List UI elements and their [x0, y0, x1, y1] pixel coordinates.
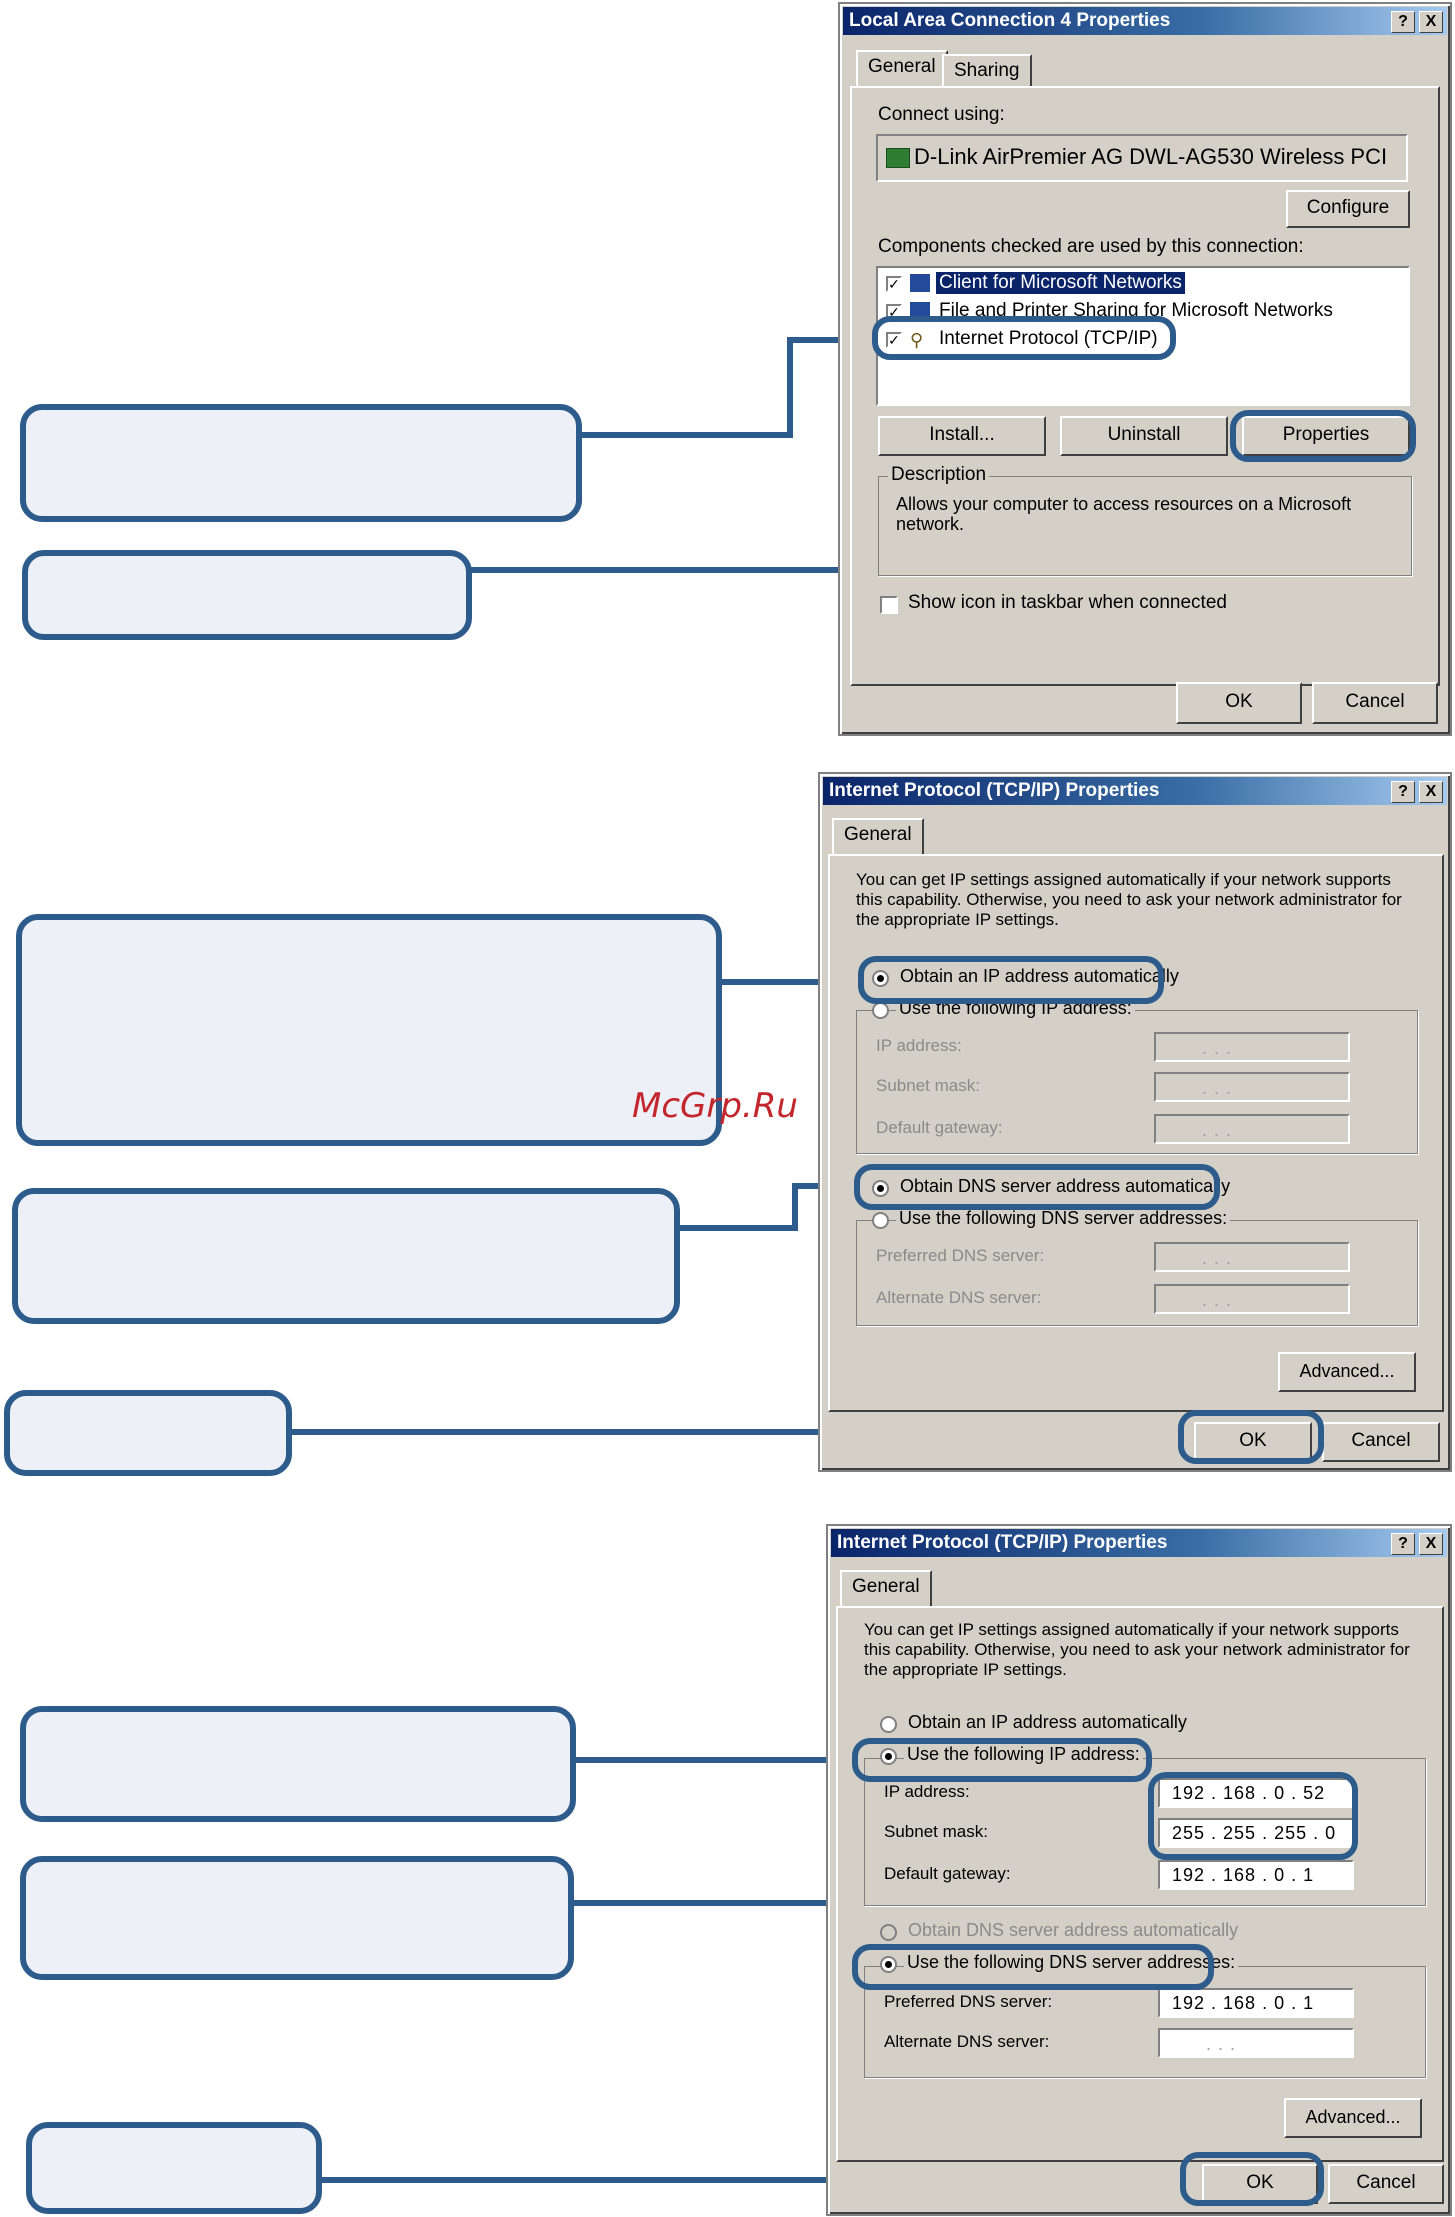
tcpip-auto-dialog: Internet Protocol (TCP/IP) Properties ? … — [818, 772, 1452, 1472]
advanced-button[interactable]: Advanced... — [1278, 1352, 1416, 1392]
tab-general[interactable]: General — [856, 50, 948, 88]
preferred-dns-field[interactable]: . . . — [1154, 1242, 1350, 1272]
highlight-obtain-ip — [858, 956, 1164, 1004]
highlight-ok-button-2 — [1180, 2152, 1324, 2206]
help-button[interactable]: ? — [1391, 1533, 1415, 1555]
callout-box-4 — [12, 1188, 680, 1324]
highlight-tcpip-item — [872, 316, 1176, 360]
use-ip-radio[interactable] — [872, 1002, 889, 1019]
close-button[interactable]: X — [1419, 11, 1443, 33]
intro-text: You can get IP settings assigned automat… — [864, 1620, 1410, 1679]
description-text: Allows your computer to access resources… — [896, 494, 1352, 534]
obtain-dns-label: Obtain DNS server address automatically — [908, 1920, 1239, 1940]
uninstall-button[interactable]: Uninstall — [1060, 416, 1228, 456]
preferred-dns-value: 192 . 168 . 0 . 1 — [1172, 1993, 1315, 2013]
callout-box-5 — [4, 1390, 292, 1476]
callout-box-7 — [20, 1856, 574, 1980]
subnet-mask-label: Subnet mask: — [876, 1076, 980, 1095]
watermark-text: McGrp.Ru — [632, 1086, 798, 1126]
close-button[interactable]: X — [1419, 781, 1443, 803]
tcpip-title-bar: Internet Protocol (TCP/IP) Properties ? … — [831, 1529, 1447, 1557]
ip-address-value: . . . — [1202, 1038, 1233, 1058]
subnet-mask-label: Subnet mask: — [884, 1822, 988, 1841]
highlight-ok-button-1 — [1178, 1410, 1324, 1464]
callout-box-3 — [16, 914, 722, 1146]
alternate-dns-field[interactable]: . . . — [1154, 1284, 1350, 1314]
adapter-field: D-Link AirPremier AG DWL-AG530 Wireless … — [876, 134, 1408, 182]
tcpip-title: Internet Protocol (TCP/IP) Properties — [829, 780, 1160, 801]
subnet-mask-field[interactable]: . . . — [1154, 1072, 1350, 1102]
highlight-use-ip — [852, 1738, 1152, 1782]
show-icon-checkbox[interactable] — [880, 596, 898, 614]
connect-using-label: Connect using: — [878, 104, 1005, 125]
help-button[interactable]: ? — [1391, 11, 1415, 33]
tcpip-title: Internet Protocol (TCP/IP) Properties — [837, 1532, 1168, 1553]
intro-text: You can get IP settings assigned automat… — [856, 870, 1402, 929]
cancel-button[interactable]: Cancel — [1322, 1422, 1440, 1462]
ip-address-label: IP address: — [884, 1782, 970, 1801]
cancel-button[interactable]: Cancel — [1328, 2164, 1444, 2204]
components-label: Components checked are used by this conn… — [878, 236, 1304, 257]
ip-address-field[interactable]: . . . — [1154, 1032, 1350, 1062]
use-dns-radio[interactable] — [872, 1212, 889, 1229]
component-label: Client for Microsoft Networks — [936, 272, 1185, 294]
gateway-field[interactable]: . . . — [1154, 1114, 1350, 1144]
callout-box-8 — [26, 2122, 322, 2214]
alternate-dns-field[interactable]: . . . — [1158, 2028, 1354, 2058]
preferred-dns-label: Preferred DNS server: — [876, 1246, 1045, 1265]
component-checkbox[interactable]: ✓ — [886, 276, 902, 292]
ip-address-label: IP address: — [876, 1036, 962, 1055]
gateway-label: Default gateway: — [884, 1864, 1011, 1883]
gateway-value: . . . — [1202, 1120, 1233, 1140]
subnet-mask-value: . . . — [1202, 1078, 1233, 1098]
show-icon-label: Show icon in taskbar when connected — [908, 592, 1227, 613]
close-button[interactable]: X — [1419, 1533, 1443, 1555]
use-dns-label: Use the following DNS server addresses: — [896, 1208, 1231, 1229]
alternate-dns-value: . . . — [1202, 1290, 1233, 1310]
obtain-ip-radio[interactable] — [880, 1716, 897, 1733]
callout-box-6 — [20, 1706, 576, 1822]
tcpip-manual-dialog: Internet Protocol (TCP/IP) Properties ? … — [826, 1524, 1452, 2216]
adapter-name: D-Link AirPremier AG DWL-AG530 Wireless … — [914, 144, 1388, 169]
lan-title-bar: Local Area Connection 4 Properties ? X — [843, 7, 1447, 35]
tcpip-title-bar: Internet Protocol (TCP/IP) Properties ? … — [823, 777, 1447, 805]
description-label: Description — [888, 464, 990, 486]
configure-button[interactable]: Configure — [1286, 190, 1410, 228]
obtain-dns-radio[interactable] — [880, 1924, 897, 1941]
install-button[interactable]: Install... — [878, 416, 1046, 456]
tab-sharing[interactable]: Sharing — [942, 54, 1032, 88]
gateway-value: 192 . 168 . 0 . 1 — [1172, 1865, 1315, 1885]
preferred-dns-value: . . . — [1202, 1248, 1233, 1268]
adapter-icon — [886, 148, 910, 168]
highlight-properties-button — [1230, 410, 1416, 462]
gateway-field[interactable]: 192 . 168 . 0 . 1 — [1158, 1860, 1354, 1890]
obtain-ip-label: Obtain an IP address automatically — [908, 1712, 1187, 1732]
alternate-dns-label: Alternate DNS server: — [876, 1288, 1042, 1307]
tab-general[interactable]: General — [840, 1570, 932, 1608]
callout-box-2 — [22, 550, 472, 640]
ok-button[interactable]: OK — [1176, 682, 1302, 724]
gateway-label: Default gateway: — [876, 1118, 1003, 1137]
lan-title: Local Area Connection 4 Properties — [849, 10, 1171, 31]
advanced-button[interactable]: Advanced... — [1284, 2098, 1422, 2138]
network-icon — [910, 274, 930, 292]
highlight-use-dns — [852, 1944, 1214, 1990]
alternate-dns-value: . . . — [1206, 2034, 1237, 2054]
highlight-obtain-dns — [854, 1164, 1220, 1210]
alternate-dns-label: Alternate DNS server: — [884, 2032, 1050, 2051]
preferred-dns-label: Preferred DNS server: — [884, 1992, 1053, 2011]
callout-box-1 — [20, 404, 582, 522]
preferred-dns-field[interactable]: 192 . 168 . 0 . 1 — [1158, 1988, 1354, 2018]
highlight-ip-mask — [1148, 1772, 1358, 1860]
tab-general[interactable]: General — [832, 818, 924, 856]
cancel-button[interactable]: Cancel — [1312, 682, 1438, 724]
lan-properties-dialog: Local Area Connection 4 Properties ? X G… — [838, 2, 1452, 736]
help-button[interactable]: ? — [1391, 781, 1415, 803]
